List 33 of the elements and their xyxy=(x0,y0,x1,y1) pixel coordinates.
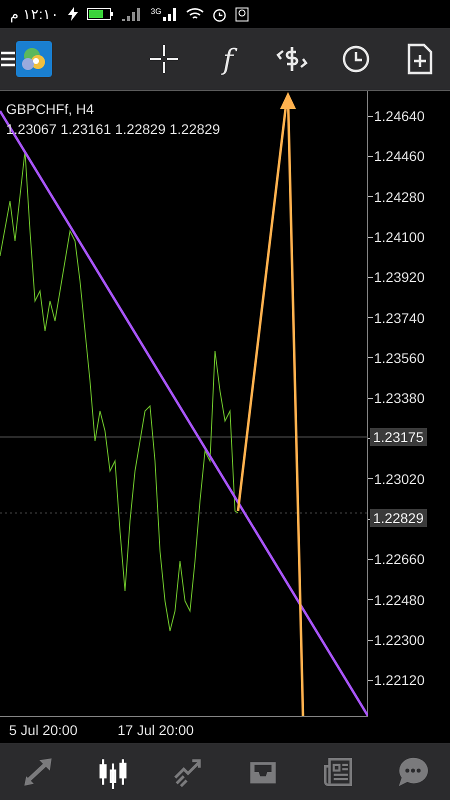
alarm-icon xyxy=(212,6,228,22)
price-label: 1.22300 xyxy=(374,632,425,648)
signal-icon xyxy=(162,7,178,21)
clock-time: ١٢:١٠ م xyxy=(10,6,59,22)
clock-icon xyxy=(341,44,371,74)
menu-icon xyxy=(1,51,15,67)
price-label: 1.23020 xyxy=(374,470,425,487)
wifi-icon xyxy=(186,7,204,21)
battery-icon xyxy=(86,8,113,20)
app-logo-icon xyxy=(16,41,52,77)
symbol-label: GBPCHFf, H4 xyxy=(6,100,95,119)
price-label: 1.22120 xyxy=(374,672,425,688)
dollar-arrows-icon xyxy=(275,45,309,73)
price-label: 1.23380 xyxy=(374,390,425,406)
price-label: 1.24640 xyxy=(374,108,425,124)
file-plus-icon xyxy=(407,43,433,75)
price-label: 1.22480 xyxy=(374,592,425,608)
price-label: 1.23560 xyxy=(374,350,425,366)
signal-icon xyxy=(120,7,143,21)
time-label: 17 Jul 20:00 xyxy=(118,722,194,738)
indicators-button[interactable]: f xyxy=(204,35,252,83)
current-price-tag: 1.22829 xyxy=(370,509,427,527)
crosshair-icon xyxy=(149,44,179,74)
price-label: 1.24100 xyxy=(374,229,425,246)
charging-icon xyxy=(66,7,79,21)
price-label: 1.24460 xyxy=(374,148,425,164)
network-type: 3G xyxy=(150,7,162,16)
price-label: 1.22660 xyxy=(374,551,425,568)
price-label: 1.23920 xyxy=(374,269,425,286)
time-label: 5 Jul 20:00 xyxy=(9,722,78,738)
price-label: 1.24280 xyxy=(374,188,425,205)
price-label: 1.23740 xyxy=(374,310,425,326)
current-price-tag: 1.23175 xyxy=(370,428,427,446)
